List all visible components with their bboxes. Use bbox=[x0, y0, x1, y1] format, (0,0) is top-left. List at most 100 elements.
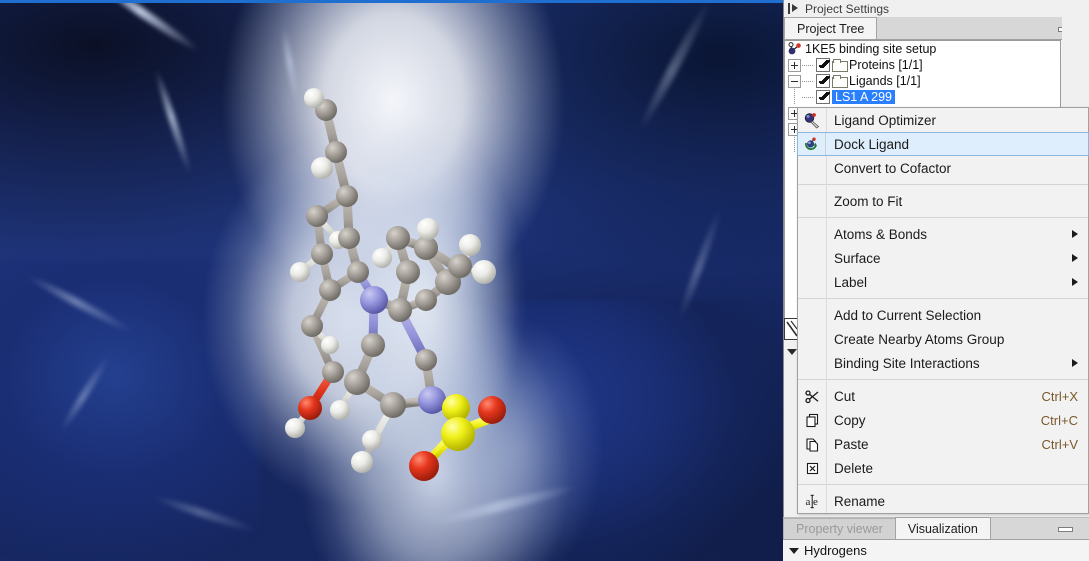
menu-item-label: Cut bbox=[834, 388, 856, 404]
menu-item-copy[interactable]: Copy Ctrl+C bbox=[798, 408, 1088, 432]
menu-item-paste[interactable]: Paste Ctrl+V bbox=[798, 432, 1088, 456]
menu-item-label[interactable]: Label bbox=[798, 270, 1088, 294]
tree-item-label-selected: LS1 A 299 bbox=[832, 90, 896, 104]
project-tree-tabstrip: Project Tree bbox=[784, 17, 1089, 40]
atom-oxygen bbox=[478, 396, 506, 424]
menu-item-create-nearby-atoms-group[interactable]: Create Nearby Atoms Group bbox=[798, 327, 1088, 351]
menu-item-dock-ligand[interactable]: Dock Ligand bbox=[797, 132, 1089, 156]
collapse-left-icon[interactable] bbox=[788, 3, 799, 14]
tree-row-selected[interactable]: LS1 A 299 bbox=[785, 89, 1060, 105]
menu-item-ligand-optimizer[interactable]: Ligand Optimizer bbox=[798, 108, 1088, 132]
context-menu[interactable]: Ligand Optimizer Dock Ligand Convert to … bbox=[797, 107, 1089, 514]
folder-icon bbox=[832, 59, 848, 72]
atom-carbon bbox=[361, 333, 385, 357]
atom-hydrogen bbox=[330, 400, 350, 420]
tree-item-label: Proteins [1/1] bbox=[849, 58, 923, 72]
expander-minus-icon[interactable] bbox=[788, 74, 801, 88]
menu-item-zoom-to-fit[interactable]: Zoom to Fit bbox=[798, 189, 1088, 213]
menu-separator bbox=[798, 184, 1088, 185]
submenu-arrow-icon bbox=[1072, 278, 1078, 286]
menu-separator bbox=[798, 484, 1088, 485]
tab-project-tree[interactable]: Project Tree bbox=[784, 17, 878, 39]
visibility-checkbox[interactable] bbox=[816, 58, 830, 72]
tab-property-viewer[interactable]: Property viewer bbox=[783, 518, 896, 539]
atom-hydrogen bbox=[459, 234, 481, 256]
menu-item-label: Ligand Optimizer bbox=[834, 112, 937, 128]
menu-item-label: Paste bbox=[834, 436, 869, 452]
submenu-arrow-icon bbox=[1072, 359, 1078, 367]
menu-item-shortcut: Ctrl+V bbox=[1041, 436, 1078, 452]
ligand-ball-and-stick-model[interactable] bbox=[0, 0, 783, 561]
menu-item-binding-site-interactions[interactable]: Binding Site Interactions bbox=[798, 351, 1088, 375]
visibility-checkbox[interactable] bbox=[816, 74, 830, 88]
tree-row[interactable]: 1KE5 binding site setup bbox=[785, 41, 1060, 57]
expander-plus-icon[interactable] bbox=[788, 58, 801, 72]
atom-hydrogen bbox=[321, 336, 339, 354]
menu-item-label: Binding Site Interactions bbox=[834, 355, 980, 371]
atom-carbon bbox=[301, 315, 323, 337]
menu-separator bbox=[798, 298, 1088, 299]
atom-oxygen bbox=[409, 451, 439, 481]
menu-item-label: Surface bbox=[834, 250, 881, 266]
atom-carbon bbox=[388, 298, 412, 322]
atom-hydrogen bbox=[362, 430, 382, 450]
minimize-icon[interactable] bbox=[1058, 525, 1073, 534]
menu-item-label: Create Nearby Atoms Group bbox=[834, 331, 1005, 347]
menu-separator bbox=[798, 217, 1088, 218]
tab-label: Project Tree bbox=[797, 21, 865, 36]
atom-carbon bbox=[338, 227, 360, 249]
atom-oxygen bbox=[298, 396, 322, 420]
menu-item-icon-empty bbox=[798, 156, 826, 180]
svg-text:e: e bbox=[813, 496, 818, 508]
menu-item-label: Zoom to Fit bbox=[834, 193, 903, 209]
paste-icon bbox=[798, 432, 826, 456]
menu-item-add-to-current-selection[interactable]: Add to Current Selection bbox=[798, 303, 1088, 327]
delete-icon bbox=[798, 456, 826, 480]
folder-icon bbox=[832, 75, 848, 88]
menu-item-icon-empty bbox=[798, 270, 826, 294]
project-settings-title: Project Settings bbox=[805, 1, 890, 16]
menu-item-label: Label bbox=[834, 274, 868, 290]
project-settings-header[interactable]: Project Settings bbox=[784, 0, 1089, 18]
menu-item-icon-empty bbox=[798, 351, 826, 375]
menu-item-shortcut: Ctrl+C bbox=[1040, 412, 1078, 428]
dock-ligand-icon bbox=[798, 133, 826, 155]
ligand-optimizer-icon bbox=[798, 108, 826, 132]
atom-hydrogen bbox=[417, 218, 439, 240]
tab-label: Property viewer bbox=[796, 522, 883, 536]
atom-sulfur bbox=[441, 417, 475, 451]
tree-connector bbox=[801, 91, 814, 104]
atom-carbon bbox=[319, 279, 341, 301]
triangle-down-icon[interactable] bbox=[789, 547, 799, 554]
tree-row[interactable]: Ligands [1/1] bbox=[785, 73, 1060, 89]
viewport-top-accent-line bbox=[0, 0, 783, 3]
menu-item-surface[interactable]: Surface bbox=[798, 246, 1088, 270]
atom-hydrogen bbox=[304, 88, 324, 108]
menu-item-delete[interactable]: Delete bbox=[798, 456, 1088, 480]
atom-hydrogen bbox=[285, 418, 305, 438]
menu-item-cut[interactable]: Cut Ctrl+X bbox=[798, 384, 1088, 408]
tree-row[interactable]: Proteins [1/1] bbox=[785, 57, 1060, 73]
tree-connector bbox=[801, 59, 814, 72]
menu-item-rename[interactable]: a e Rename bbox=[798, 489, 1088, 513]
atom-carbon bbox=[336, 185, 358, 207]
menu-item-label: Convert to Cofactor bbox=[834, 160, 952, 176]
menu-item-convert-to-cofactor[interactable]: Convert to Cofactor bbox=[798, 156, 1088, 180]
atom-carbon bbox=[344, 369, 370, 395]
atom-nitrogen bbox=[360, 286, 388, 314]
atom-nitrogen bbox=[418, 386, 446, 414]
bottom-dock-tabstrip: Property viewer Visualization bbox=[783, 517, 1089, 540]
atom-carbon bbox=[415, 289, 437, 311]
menu-item-label: Atoms & Bonds bbox=[834, 226, 928, 242]
atom-carbon bbox=[322, 361, 344, 383]
atom-carbon bbox=[396, 260, 420, 284]
molecular-viewport-3d[interactable] bbox=[0, 0, 783, 561]
atom-carbon bbox=[306, 205, 328, 227]
section-header-hydrogens: Hydrogens bbox=[804, 543, 867, 558]
bottom-dock-panel: Property viewer Visualization Hydrogens bbox=[783, 517, 1089, 561]
menu-item-label: Add to Current Selection bbox=[834, 307, 982, 323]
tab-visualization[interactable]: Visualization bbox=[894, 517, 991, 539]
rename-text-cursor-icon: a e bbox=[798, 489, 826, 513]
menu-item-atoms-and-bonds[interactable]: Atoms & Bonds bbox=[798, 222, 1088, 246]
visibility-checkbox[interactable] bbox=[816, 90, 830, 104]
